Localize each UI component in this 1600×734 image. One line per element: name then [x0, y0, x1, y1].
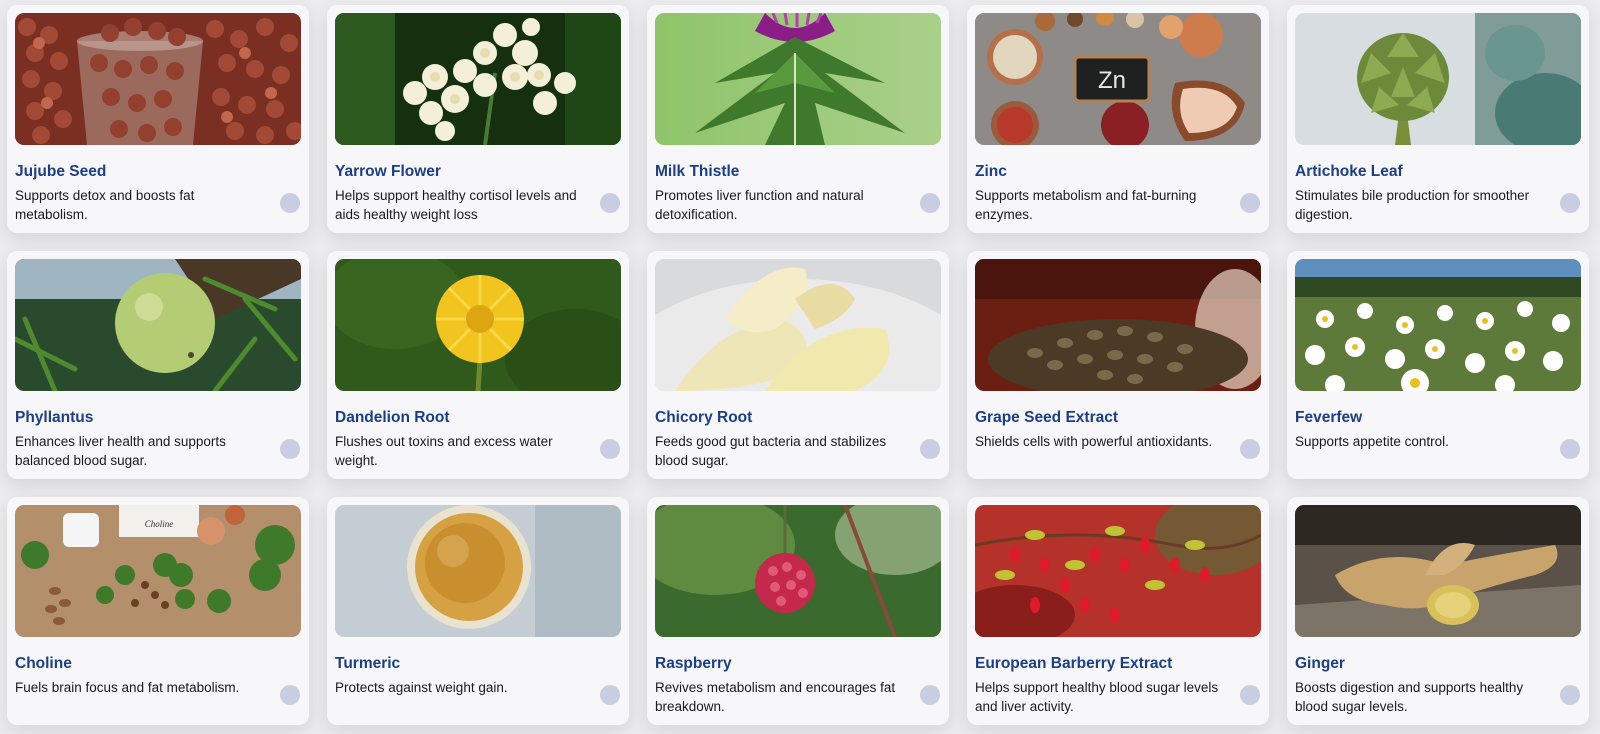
card-description: Supports appetite control.: [1295, 434, 1449, 449]
yarrow-flower-image: [335, 13, 621, 145]
card-description: Supports detox and boosts fat metabolism…: [15, 188, 195, 222]
card-description: Flushes out toxins and excess water weig…: [335, 434, 553, 468]
card-title: Grape Seed Extract: [975, 409, 1119, 426]
card-dot-button[interactable]: [600, 439, 620, 459]
card-title: Yarrow Flower: [335, 163, 441, 180]
ingredient-card-european-barberry-extract[interactable]: European Barberry Extract Helps support …: [967, 497, 1269, 725]
ingredient-card-raspberry[interactable]: Raspberry Revives metabolism and encoura…: [647, 497, 949, 725]
card-title: Turmeric: [335, 655, 401, 672]
card-dot-button[interactable]: [600, 193, 620, 213]
card-description: Helps support healthy cortisol levels an…: [335, 188, 577, 222]
card-dot-button[interactable]: [1560, 439, 1580, 459]
ingredient-card-artichoke-leaf[interactable]: Artichoke Leaf Stimulates bile productio…: [1287, 5, 1589, 233]
card-dot-button[interactable]: [920, 193, 940, 213]
card-title: Chicory Root: [655, 409, 753, 426]
ingredient-card-ginger[interactable]: Ginger Boosts digestion and supports hea…: [1287, 497, 1589, 725]
ingredient-card-choline[interactable]: Choline Choline Fuels brain focus and fa…: [7, 497, 309, 725]
card-title: Milk Thistle: [655, 163, 740, 180]
card-dot-button[interactable]: [1240, 685, 1260, 705]
card-description: Shields cells with powerful antioxidants…: [975, 434, 1213, 449]
ingredient-card-feverfew[interactable]: Feverfew Supports appetite control.: [1287, 251, 1589, 479]
choline-board-text: Choline: [145, 519, 174, 529]
zinc-foods-image: Zn: [975, 13, 1261, 145]
ginger-root-image: [1295, 505, 1581, 637]
card-description: Protects against weight gain.: [335, 680, 508, 695]
card-dot-button[interactable]: [1240, 193, 1260, 213]
card-dot-button[interactable]: [920, 685, 940, 705]
card-title: Ginger: [1295, 655, 1345, 672]
card-title: European Barberry Extract: [975, 655, 1173, 672]
card-title: Raspberry: [655, 655, 732, 672]
card-title: Choline: [15, 655, 72, 672]
card-dot-button[interactable]: [600, 685, 620, 705]
raspberry-image: [655, 505, 941, 637]
card-dot-button[interactable]: [1560, 193, 1580, 213]
ingredient-card-phyllantus[interactable]: Phyllantus Enhances liver health and sup…: [7, 251, 309, 479]
card-dot-button[interactable]: [1560, 685, 1580, 705]
ingredient-card-turmeric[interactable]: Turmeric Protects against weight gain.: [327, 497, 629, 725]
ingredient-card-yarrow-flower[interactable]: Yarrow Flower Helps support healthy cort…: [327, 5, 629, 233]
card-title: Artichoke Leaf: [1295, 163, 1403, 180]
artichoke-image: [1295, 13, 1581, 145]
card-description: Stimulates bile production for smoother …: [1295, 188, 1530, 222]
card-description: Helps support healthy blood sugar levels…: [975, 680, 1219, 714]
card-title: Dandelion Root: [335, 409, 450, 426]
card-description: Enhances liver health and supports balan…: [15, 434, 226, 468]
phyllantus-fruit-image: [15, 259, 301, 391]
card-description: Supports metabolism and fat-burning enzy…: [975, 188, 1197, 222]
turmeric-powder-image: [335, 505, 621, 637]
card-description: Promotes liver function and natural deto…: [655, 188, 864, 222]
card-dot-button[interactable]: [1240, 439, 1260, 459]
ingredient-card-dandelion-root[interactable]: Dandelion Root Flushes out toxins and ex…: [327, 251, 629, 479]
ingredient-card-zinc[interactable]: Zn Zinc Supports metabolism and fat-burn…: [967, 5, 1269, 233]
card-title: Jujube Seed: [15, 163, 107, 180]
card-description: Fuels brain focus and fat metabolism.: [15, 680, 240, 695]
card-dot-button[interactable]: [280, 439, 300, 459]
card-title: Phyllantus: [15, 409, 94, 426]
grape-seeds-image: [975, 259, 1261, 391]
choline-foods-image: Choline: [15, 505, 301, 637]
ingredient-card-jujube-seed[interactable]: Jujube Seed Supports detox and boosts fa…: [7, 5, 309, 233]
ingredient-grid: Jujube Seed Supports detox and boosts fa…: [0, 0, 1600, 734]
ingredient-card-grape-seed-extract[interactable]: Grape Seed Extract Shields cells with po…: [967, 251, 1269, 479]
feverfew-flowers-image: [1295, 259, 1581, 391]
barberry-image: [975, 505, 1261, 637]
jujube-seeds-image: [15, 13, 301, 145]
chicory-image: [655, 259, 941, 391]
card-description: Feeds good gut bacteria and stabilizes b…: [655, 434, 887, 468]
card-title: Zinc: [975, 163, 1007, 180]
card-dot-button[interactable]: [280, 685, 300, 705]
dandelion-image: [335, 259, 621, 391]
ingredient-card-chicory-root[interactable]: Chicory Root Feeds good gut bacteria and…: [647, 251, 949, 479]
ingredient-card-milk-thistle[interactable]: Milk Thistle Promotes liver function and…: [647, 5, 949, 233]
card-title: Feverfew: [1295, 409, 1363, 426]
milk-thistle-image: [655, 13, 941, 145]
card-description: Boosts digestion and supports healthy bl…: [1295, 680, 1524, 714]
card-description: Revives metabolism and encourages fat br…: [655, 680, 896, 714]
card-dot-button[interactable]: [920, 439, 940, 459]
card-dot-button[interactable]: [280, 193, 300, 213]
zinc-board-text: Zn: [1098, 67, 1126, 94]
